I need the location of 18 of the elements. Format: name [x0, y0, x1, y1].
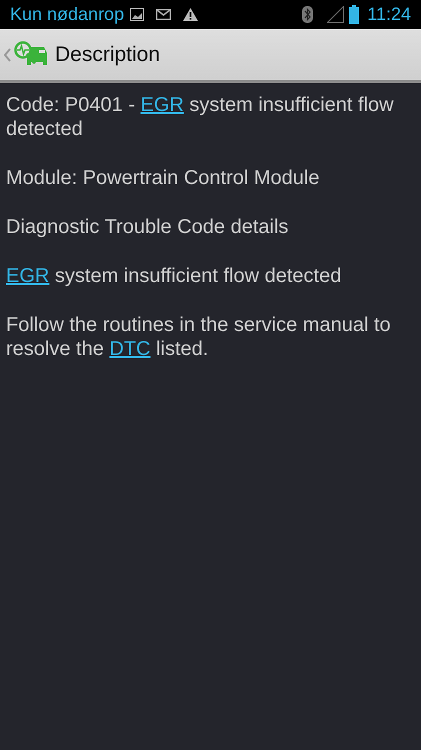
paragraph: Module: Powertrain Control Module: [6, 166, 320, 190]
picture-icon: [130, 8, 144, 21]
paragraph: EGR system insufficient flow detected: [6, 264, 342, 288]
battery-icon: [349, 5, 360, 24]
signal-icon: [327, 6, 344, 23]
clock-time: 11:24: [367, 3, 411, 26]
paragraph: Code: P0401 - EGR system insufficient flow detected: [6, 93, 395, 141]
notification-text: Kun nødanrop: [10, 3, 124, 26]
paragraph: Follow the routines in the service manual to resolve the DTC listed.: [6, 313, 392, 361]
bluetooth-icon: [302, 6, 314, 23]
link[interactable]: EGR: [140, 94, 184, 116]
back-caret-icon: [4, 48, 11, 62]
link[interactable]: DTC: [109, 338, 150, 360]
screen-title: Description: [55, 42, 160, 68]
paragraph: Diagnostic Trouble Code details: [6, 215, 290, 239]
warning-icon: [183, 8, 198, 21]
link[interactable]: EGR: [6, 265, 50, 287]
mail-icon: [156, 9, 172, 20]
